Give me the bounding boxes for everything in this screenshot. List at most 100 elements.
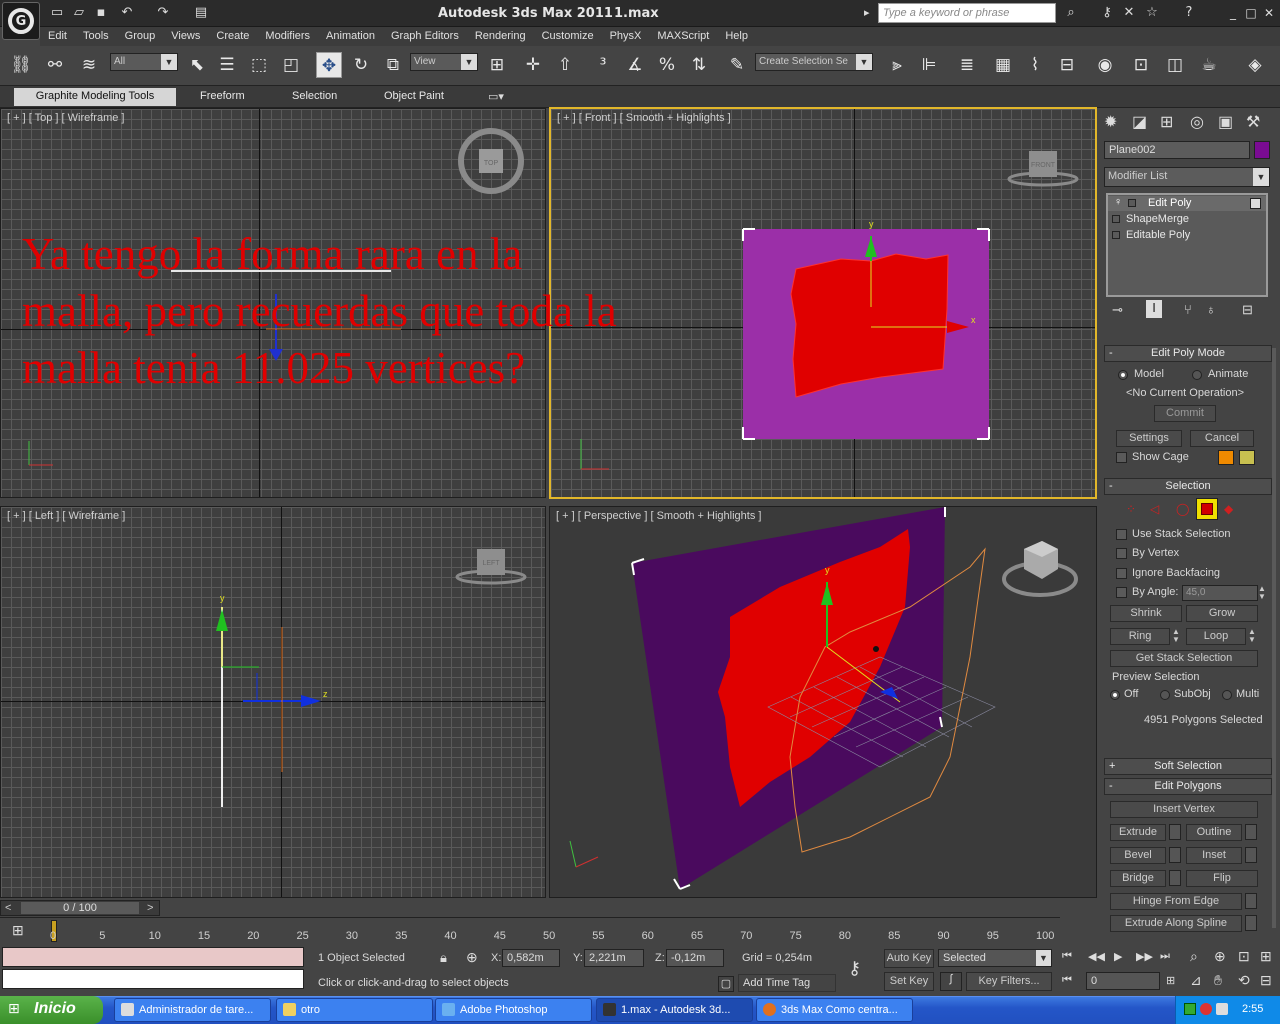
ring-spinner-icon[interactable]: ▲ ▼	[1172, 628, 1180, 644]
viewcube-left[interactable]: LEFT	[455, 549, 527, 585]
tab-freeform[interactable]: Freeform	[192, 88, 253, 106]
schematic-view-icon[interactable]: ⊟	[1054, 52, 1080, 78]
scale-icon[interactable]: ⧉	[380, 52, 406, 78]
menu-rendering[interactable]: Rendering	[467, 27, 534, 46]
redo-icon[interactable]: ↷	[154, 4, 172, 22]
absolute-mode-icon[interactable]: ⊕	[466, 949, 478, 966]
render-production-icon[interactable]: ☕	[1196, 52, 1222, 78]
ring-button[interactable]: Ring	[1110, 628, 1170, 645]
menu-create[interactable]: Create	[208, 27, 257, 46]
key-mode-toggle-icon[interactable]: ⏮	[1062, 974, 1072, 987]
minimize-button[interactable]: _	[1224, 5, 1242, 21]
render-setup-icon[interactable]: ⊡	[1128, 52, 1154, 78]
bridge-button[interactable]: Bridge	[1110, 870, 1166, 887]
viewport-label[interactable]: [ + ] [ Perspective ] [ Smooth + Highlig…	[556, 510, 761, 522]
selected-cage-color-swatch[interactable]	[1239, 450, 1255, 465]
preview-off-radio[interactable]	[1110, 690, 1120, 700]
edit-poly-mode-rollout-header[interactable]: - Edit Poly Mode	[1104, 345, 1272, 362]
menu-views[interactable]: Views	[163, 27, 208, 46]
menu-physx[interactable]: PhysX	[602, 27, 650, 46]
loop-button[interactable]: Loop	[1186, 628, 1246, 645]
pin-stack-icon[interactable]: ⊸	[1112, 302, 1123, 318]
menu-maxscript[interactable]: MAXScript	[649, 27, 717, 46]
spinner-snap-icon[interactable]: ⇅	[686, 52, 712, 78]
polygon-mode-icon[interactable]	[1196, 498, 1218, 520]
bevel-settings-icon[interactable]	[1169, 847, 1181, 863]
select-link-icon[interactable]: ⛓	[8, 52, 34, 78]
select-manipulate-icon[interactable]: ✛	[520, 52, 546, 78]
maximize-button[interactable]: □	[1242, 5, 1260, 21]
menu-edit[interactable]: Edit	[40, 27, 75, 46]
task-folder-otro[interactable]: otro	[276, 998, 433, 1022]
curve-editor-icon[interactable]: ⌇	[1022, 52, 1048, 78]
reference-coordinate-dropdown[interactable]: View ▼	[410, 53, 478, 71]
add-time-tag-button[interactable]: Add Time Tag	[738, 974, 836, 992]
get-stack-selection-button[interactable]: Get Stack Selection	[1110, 650, 1258, 667]
show-cage-checkbox[interactable]	[1116, 452, 1127, 463]
layer-manager-icon[interactable]: ≣	[954, 52, 980, 78]
viewcube-top[interactable]: TOP	[458, 128, 524, 194]
search-input[interactable]: Type a keyword or phrase	[878, 3, 1056, 23]
save-icon[interactable]: ▪	[92, 4, 110, 22]
hinge-from-edge-button[interactable]: Hinge From Edge	[1110, 893, 1242, 910]
stack-item-shapemerge[interactable]: ShapeMerge	[1108, 212, 1266, 227]
key-filters-button[interactable]: Key Filters...	[966, 972, 1052, 991]
tab-selection[interactable]: Selection	[284, 88, 345, 106]
chevron-right-icon[interactable]: ▸	[864, 6, 870, 19]
frame-indicator[interactable]: 0 / 100	[21, 902, 139, 914]
stack-item-editable-poly[interactable]: Editable Poly	[1108, 228, 1266, 243]
default-in-out-tangent-icon[interactable]: ∫	[940, 972, 962, 991]
unlink-icon[interactable]: ⚯	[42, 52, 68, 78]
viewport-label[interactable]: [ + ] [ Front ] [ Smooth + Highlights ]	[557, 112, 731, 124]
tools-icon[interactable]: ✕	[1120, 4, 1138, 22]
angle-snap-icon[interactable]: ∡	[622, 52, 648, 78]
rendered-frame-icon[interactable]: ◫	[1162, 52, 1188, 78]
loop-spinner-icon[interactable]: ▲ ▼	[1248, 628, 1256, 644]
orbit-icon[interactable]: ⟲	[1238, 972, 1250, 989]
viewport-perspective[interactable]: [ + ] [ Perspective ] [ Smooth + Highlig…	[549, 506, 1097, 898]
light-bulb-icon[interactable]: ♀	[1114, 196, 1122, 208]
keyboard-shortcut-icon[interactable]: ⇧	[552, 52, 578, 78]
zoom-extents-all-icon[interactable]: ⊞	[1260, 948, 1272, 965]
create-tab-icon[interactable]: ✹	[1104, 112, 1117, 132]
outline-button[interactable]: Outline	[1186, 824, 1242, 841]
modify-tab-icon[interactable]: ◪	[1132, 112, 1147, 132]
cancel-button[interactable]: Cancel	[1190, 430, 1254, 447]
menu-graph-editors[interactable]: Graph Editors	[383, 27, 467, 46]
key-icon[interactable]: ⚷	[1098, 4, 1116, 22]
menu-tools[interactable]: Tools	[75, 27, 117, 46]
time-slider[interactable]: < 0 / 100 >	[0, 900, 160, 916]
close-button[interactable]: ✕	[1260, 5, 1278, 21]
previous-frame-icon[interactable]: ◀◀	[1088, 950, 1105, 963]
edit-named-selection-icon[interactable]: ✎	[724, 52, 750, 78]
zoom-extents-icon[interactable]: ⊡	[1238, 948, 1250, 965]
bridge-settings-icon[interactable]	[1169, 870, 1181, 886]
soft-selection-rollout-header[interactable]: + Soft Selection	[1104, 758, 1272, 775]
viewport-label[interactable]: [ + ] [ Left ] [ Wireframe ]	[7, 510, 125, 522]
menu-group[interactable]: Group	[117, 27, 164, 46]
chevron-left-icon[interactable]: <	[5, 902, 11, 914]
named-selection-set-dropdown[interactable]: Create Selection Se ▼	[755, 53, 873, 71]
preview-multi-radio[interactable]	[1222, 690, 1232, 700]
field-of-view-icon[interactable]: ⊿	[1190, 972, 1202, 989]
extrude-along-spline-button[interactable]: Extrude Along Spline	[1110, 915, 1242, 932]
expand-icon[interactable]	[1112, 231, 1120, 239]
chevron-right-icon[interactable]: >	[147, 902, 153, 914]
bevel-button[interactable]: Bevel	[1110, 847, 1166, 864]
tab-graphite-modeling[interactable]: Graphite Modeling Tools	[14, 88, 176, 106]
extrude-button[interactable]: Extrude	[1110, 824, 1166, 841]
pivot-center-icon[interactable]: ⊞	[484, 52, 510, 78]
key-mode-dropdown[interactable]: Selected	[938, 949, 1052, 967]
material-editor-icon[interactable]: ◉	[1092, 52, 1118, 78]
set-key-button[interactable]: Set Key	[884, 972, 934, 991]
select-by-name-icon[interactable]: ☰	[214, 52, 240, 78]
undo-icon[interactable]: ↶	[118, 4, 136, 22]
y-coordinate-field[interactable]: 2,221m	[584, 949, 644, 967]
zoom-all-icon[interactable]: ⊕	[1214, 948, 1226, 965]
ignore-backfacing-checkbox[interactable]	[1116, 568, 1127, 579]
move-icon[interactable]: ✥	[316, 52, 342, 78]
ribbon-options-icon[interactable]: ▭▾	[488, 90, 504, 103]
object-name-field[interactable]: Plane002	[1104, 141, 1250, 159]
configure-sets-icon[interactable]: ⊟	[1242, 302, 1253, 318]
utilities-tab-icon[interactable]: ⚒	[1246, 112, 1260, 132]
